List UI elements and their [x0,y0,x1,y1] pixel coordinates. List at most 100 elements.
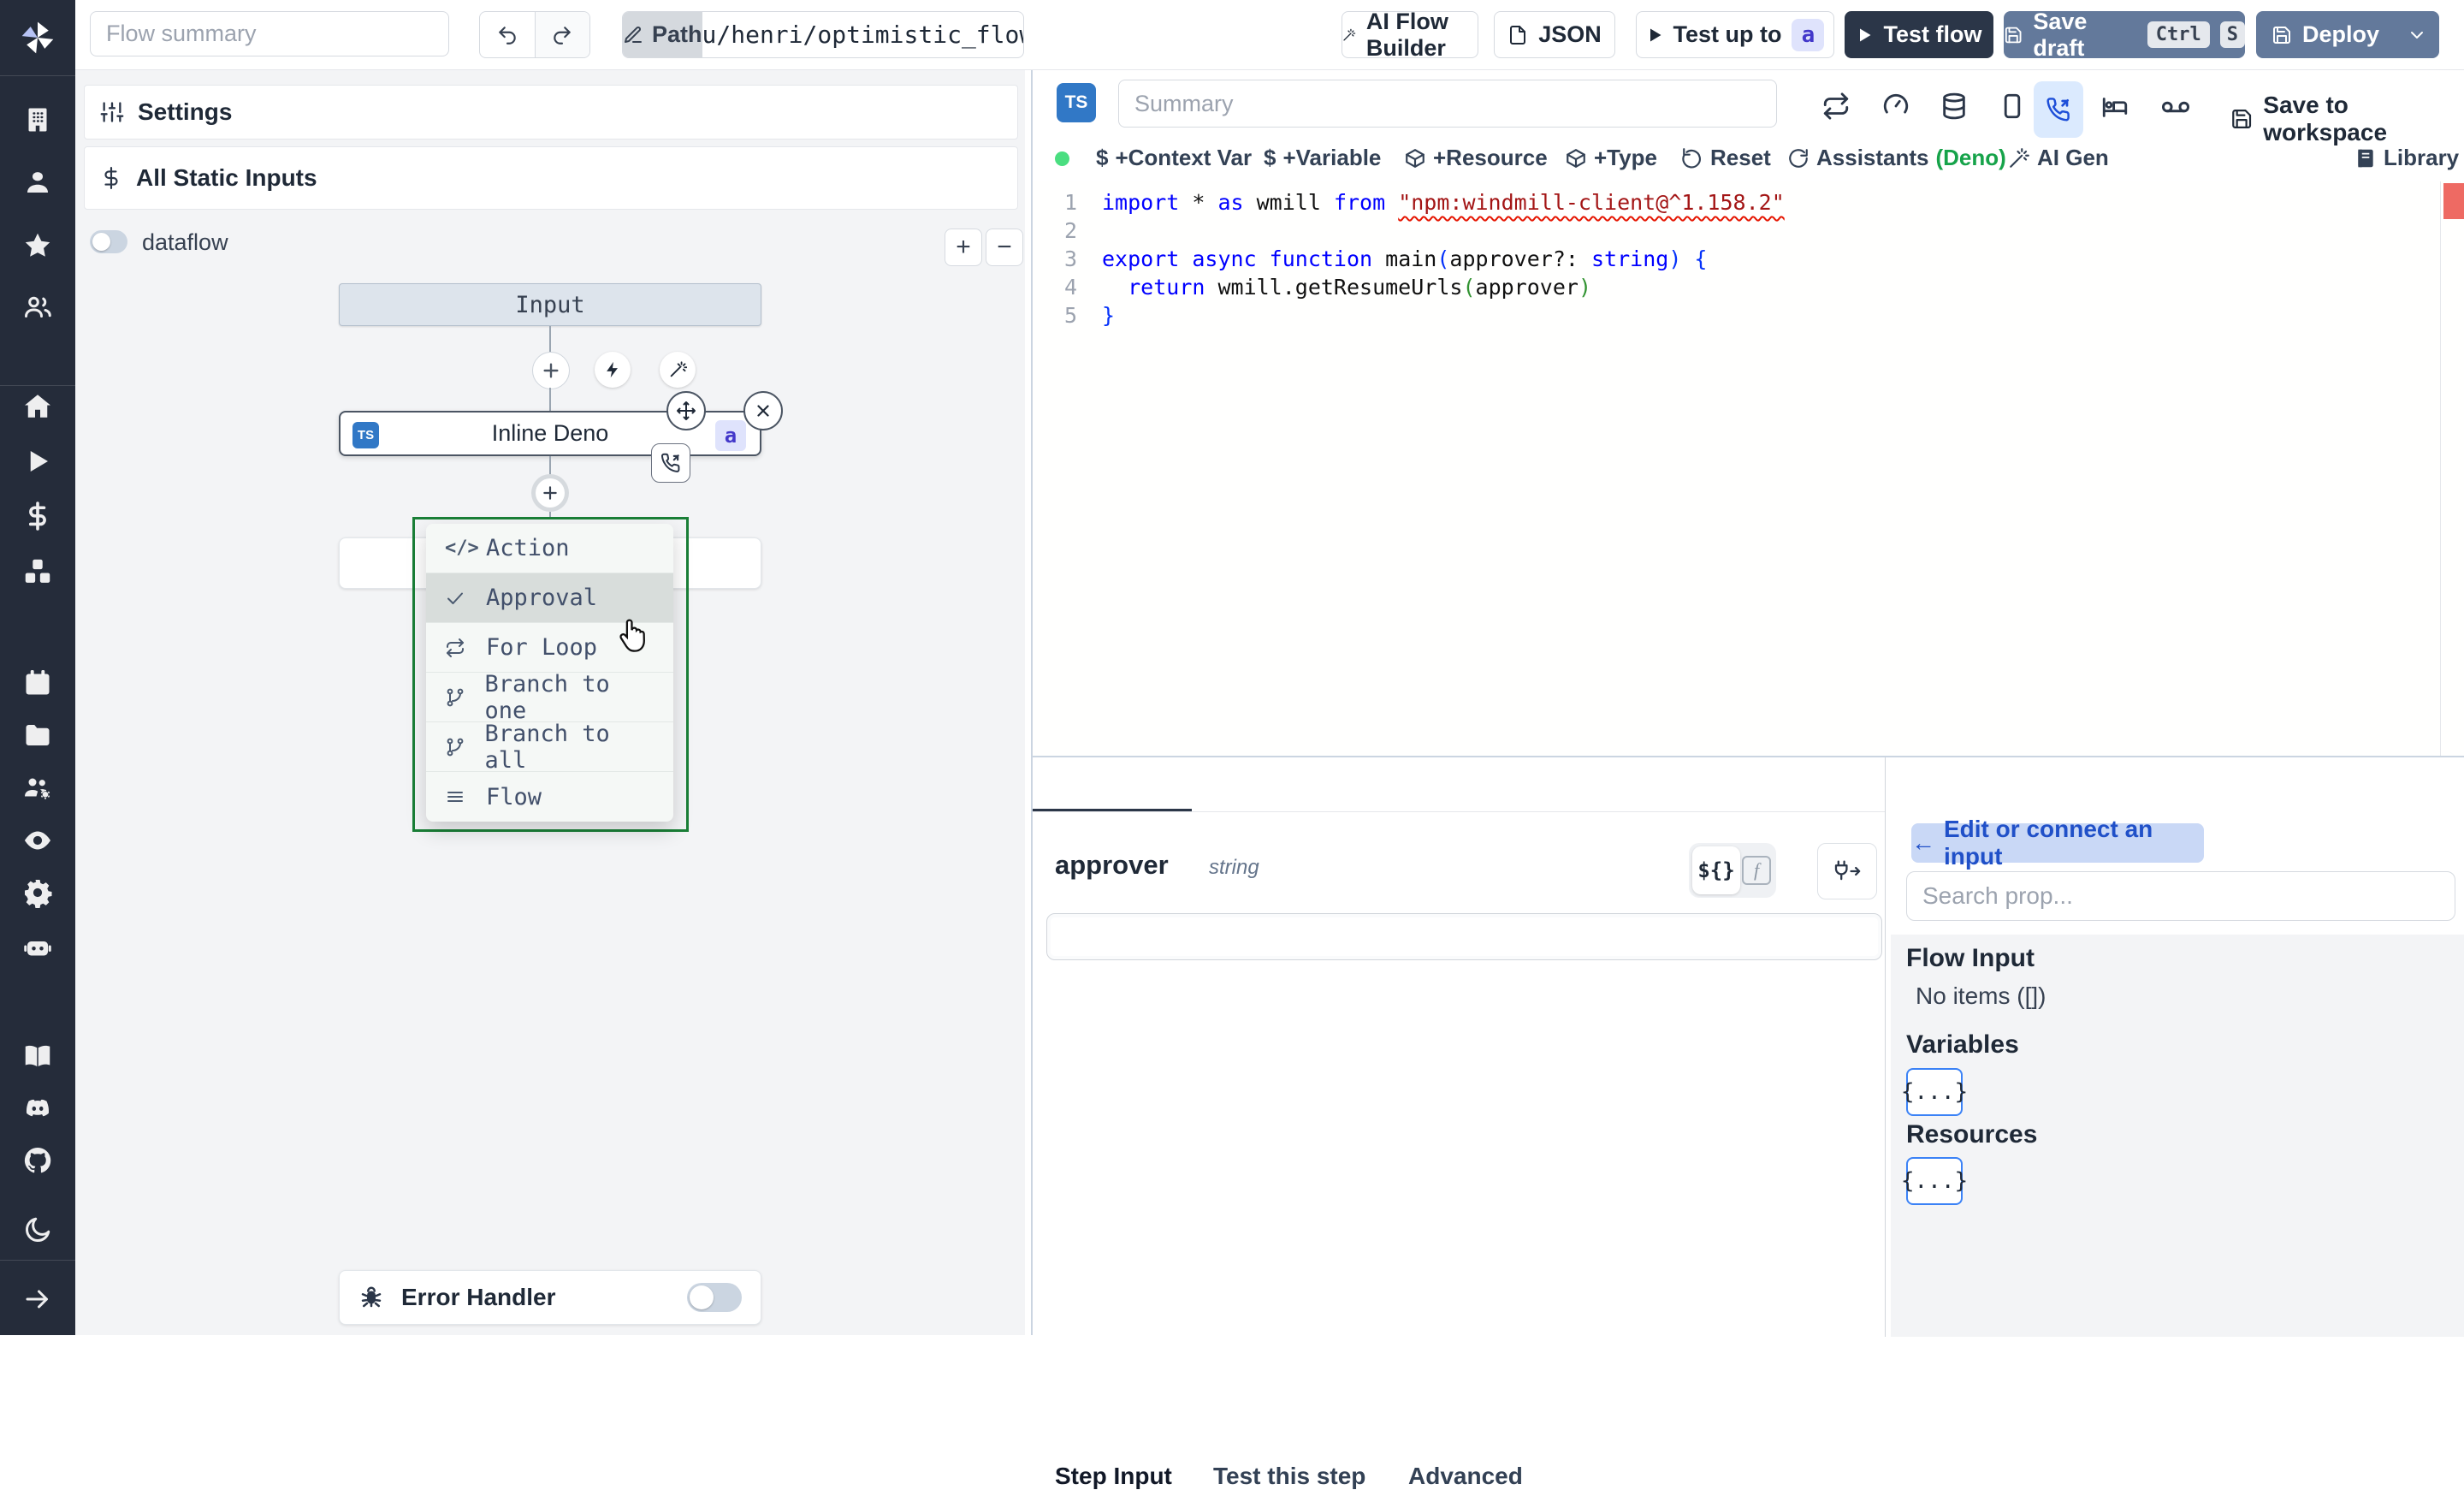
json-button[interactable]: JSON [1494,11,1615,58]
dataflow-toggle[interactable] [90,230,127,253]
add-type-button[interactable]: +Type [1565,145,1657,171]
resources-chip[interactable]: {...} [1901,1157,1968,1205]
calendar-icon[interactable] [22,668,53,698]
ai-gen-button[interactable]: AI Gen [2008,145,2109,171]
plus-icon [543,486,557,500]
moon-icon[interactable] [22,1214,53,1245]
lifetime-voicemail-icon[interactable] [2160,92,2194,126]
arrow-right-icon[interactable] [22,1284,53,1315]
bottom-panel-divider [1885,757,1886,1337]
retries-icon[interactable] [1821,92,1856,126]
tab-advanced[interactable]: Advanced [1408,1463,1523,1490]
move-step-button[interactable] [666,391,706,430]
add-resource-button[interactable]: +Resource [1404,145,1548,171]
play-icon[interactable] [22,446,53,477]
phone-incoming-icon [2046,98,2070,122]
discord-icon[interactable] [22,1093,53,1124]
sleep-icon[interactable] [2100,92,2135,126]
suspend-approval-button-active[interactable] [2034,81,2083,138]
plus-icon [543,363,559,378]
menu-item-approval[interactable]: Approval [426,573,673,623]
library-book-icon [2354,147,2377,169]
mock-icon[interactable] [1998,92,2032,126]
home-icon[interactable] [22,391,53,422]
save-to-workspace-button[interactable]: Save to workspace [2230,92,2464,146]
save-to-workspace-label: Save to workspace [2263,92,2388,145]
add-context-var-button[interactable]: $ +Context Var [1096,145,1252,171]
ai-flow-builder-button[interactable]: AI Flow Builder [1342,9,1478,61]
building-icon[interactable] [22,104,53,135]
path-label-cell[interactable]: Path [623,12,702,57]
deploy-split-button: Deploy [2256,11,2439,58]
users-gear-icon[interactable] [22,772,53,803]
test-flow-button[interactable]: Test flow [1845,11,1993,58]
variables-title: Variables [1906,1030,2019,1059]
edit-or-connect-button[interactable]: ← Edit or connect an input [1911,816,2204,870]
reset-button[interactable]: Reset [1681,145,1771,171]
error-overview-marker [2443,183,2464,219]
github-icon[interactable] [22,1145,53,1176]
test-up-to-button[interactable]: Test up to a [1636,11,1834,58]
minimap-border [2440,181,2441,756]
ai-gen-label: AI Gen [2037,145,2109,170]
resources-title: Resources [1906,1120,2038,1149]
trigger-button[interactable] [595,352,631,388]
tab-test-this-step[interactable]: Test this step [1213,1463,1365,1490]
add-step-button[interactable] [532,352,570,389]
add-type-label: +Type [1594,145,1657,170]
folder-icon[interactable] [22,720,53,751]
variables-chip[interactable]: {...} [1901,1068,1968,1116]
insert-step-button-active[interactable] [531,474,569,512]
deploy-more-button[interactable] [2395,11,2439,58]
input-node[interactable]: Input [339,283,761,326]
path-value[interactable]: u/henri/optimistic_flow [702,12,1023,57]
redo-button[interactable] [535,12,589,57]
expr-mode-button-active[interactable]: ${} [1692,846,1740,894]
flow-summary-input[interactable]: Flow summary [90,11,449,56]
zoom-in-button[interactable]: + [945,229,982,266]
undo-button[interactable] [480,12,535,57]
fn-mode-button[interactable]: f [1740,856,1773,885]
cache-database-icon[interactable] [1940,92,1974,126]
file-json-icon [1510,25,1526,45]
error-handler-node[interactable]: Error Handler [339,1270,761,1325]
flow-settings-row[interactable]: Settings [84,85,1018,140]
robot-icon[interactable] [22,931,53,962]
menu-item-action[interactable]: </> Action [426,524,673,573]
connect-input-button[interactable] [1817,843,1877,899]
search-prop-input[interactable]: Search prop... [1906,871,2455,921]
book-icon[interactable] [22,1041,53,1071]
all-static-inputs-row[interactable]: All Static Inputs [84,146,1018,210]
windmill-logo-icon[interactable] [19,19,56,56]
menu-item-flow[interactable]: Flow [426,772,673,822]
ai-suggest-button[interactable] [660,352,696,388]
save-draft-button[interactable]: Save draft Ctrl S [2004,9,2245,61]
deploy-button[interactable]: Deploy [2256,11,2395,58]
dollar-icon[interactable] [22,501,53,531]
code-editor[interactable]: 1 2 3 4 5 import * as wmill from "npm:wi… [1033,181,2464,756]
early-stop-gauge-icon[interactable] [1881,92,1916,126]
user-icon[interactable] [22,167,53,198]
zoom-out-button[interactable]: − [986,229,1023,266]
summary-input[interactable]: Summary [1118,80,1777,128]
star-icon[interactable] [22,230,53,261]
add-variable-button[interactable]: $ +Variable [1264,145,1381,171]
test-flow-label: Test flow [1883,21,1982,47]
delete-step-button[interactable] [743,391,783,430]
library-button[interactable]: Library [2354,145,2459,171]
menu-item-branch-to-one[interactable]: Branch to one [426,671,673,724]
error-handler-toggle[interactable] [687,1283,742,1312]
check-icon [445,588,467,608]
gear-icon[interactable] [22,877,53,908]
path-group[interactable]: Path u/henri/optimistic_flow [622,11,1024,58]
arrow-left-icon: ← [1911,829,1935,856]
connector [549,456,551,475]
assistants-button[interactable]: Assistants (Deno) [1787,145,2006,171]
users-group-icon[interactable] [22,292,53,323]
arg-value-input[interactable] [1046,913,1882,960]
tab-step-input[interactable]: Step Input [1055,1463,1172,1490]
eye-icon[interactable] [22,825,53,856]
cubes-icon[interactable] [22,556,53,587]
menu-item-branch-to-all[interactable]: Branch to all [426,721,673,774]
input-mode-toggle-group: ${} f [1689,843,1776,898]
